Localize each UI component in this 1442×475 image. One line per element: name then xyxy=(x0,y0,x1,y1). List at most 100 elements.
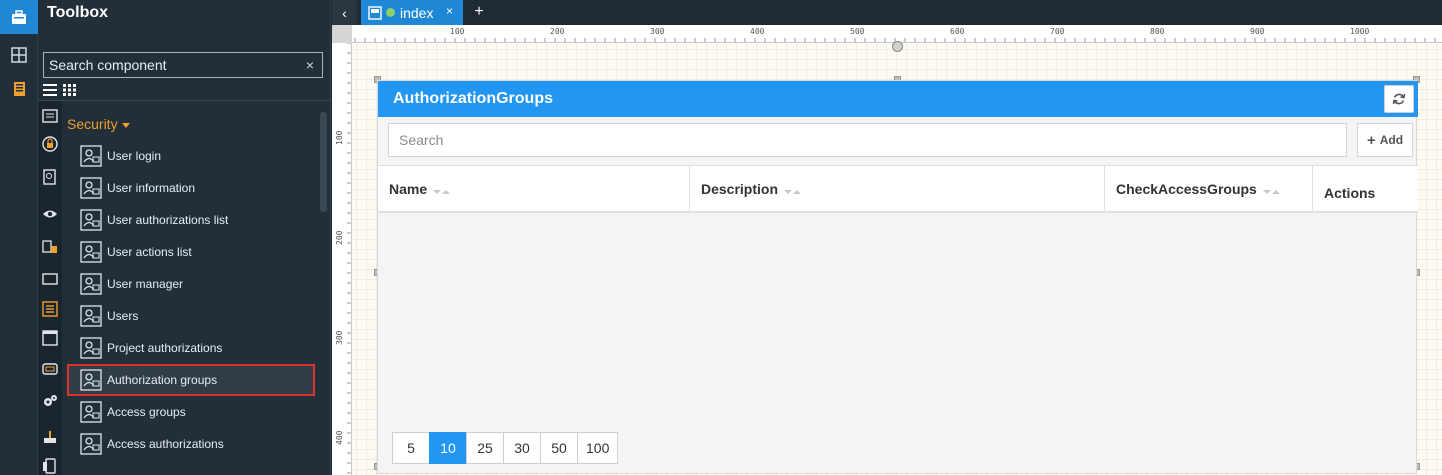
column-header-name[interactable]: Name xyxy=(378,166,690,212)
column-header-checkaccessgroups[interactable]: CheckAccessGroups xyxy=(1105,166,1313,212)
ruler-top-label: 500 xyxy=(850,27,865,36)
page-icon xyxy=(368,5,382,20)
page-size-button[interactable]: 30 xyxy=(503,432,541,464)
component-item-label: Users xyxy=(107,309,139,323)
widget-header: AuthorizationGroups xyxy=(378,81,1418,117)
column-header-actions: Actions xyxy=(1313,166,1418,212)
list-orange-icon[interactable] xyxy=(42,301,58,317)
component-item-label: Access groups xyxy=(107,405,186,419)
category-security-dropdown[interactable]: Security xyxy=(67,116,130,132)
ruler-left-label: 400 xyxy=(335,430,344,445)
component-item[interactable]: User information xyxy=(67,172,315,204)
authorization-groups-widget[interactable]: AuthorizationGroups + Add Name Descripti… xyxy=(377,80,1418,474)
app-window: Toolbox × Securi xyxy=(0,0,1442,475)
lock-icon[interactable] xyxy=(42,136,58,152)
component-item-label: User manager xyxy=(107,277,184,291)
page-size-button[interactable]: 25 xyxy=(466,432,504,464)
book-icon[interactable] xyxy=(42,239,58,255)
close-tab-icon[interactable]: × xyxy=(446,4,453,18)
sort-icon[interactable] xyxy=(1262,190,1280,194)
add-button-label: Add xyxy=(1379,133,1404,147)
column-header-description[interactable]: Description xyxy=(690,166,1105,212)
clear-search-icon[interactable]: × xyxy=(306,57,314,73)
grid-view-icon[interactable] xyxy=(63,83,77,96)
ruler-top-label: 300 xyxy=(650,27,665,36)
eye-icon[interactable] xyxy=(42,206,58,222)
category-label-text: Security xyxy=(67,116,118,132)
access-groups-icon xyxy=(80,401,102,423)
ruler-top-label: 100 xyxy=(450,27,465,36)
page-size-button[interactable]: 100 xyxy=(577,432,619,464)
component-item[interactable]: Authorization groups xyxy=(67,364,315,396)
phone-icon[interactable] xyxy=(42,458,58,474)
page-size-button[interactable]: 50 xyxy=(540,432,578,464)
column-actions-label: Actions xyxy=(1324,185,1376,201)
panel-icon[interactable] xyxy=(42,271,58,287)
toolbox-icon xyxy=(12,10,26,24)
ruler-left-label: 300 xyxy=(335,330,344,345)
toolbox-rail-button[interactable] xyxy=(0,0,38,34)
sort-icon[interactable] xyxy=(433,190,451,194)
component-item[interactable]: User login xyxy=(67,140,315,172)
tab-index[interactable]: index × xyxy=(361,0,463,25)
tab-index-label: index xyxy=(400,4,434,21)
layout-rail-button[interactable] xyxy=(0,38,38,72)
component-item[interactable]: Project authorizations xyxy=(67,332,315,364)
table-header: Name Description CheckAccessGroups Actio… xyxy=(378,165,1418,213)
project-auth-icon xyxy=(80,337,102,359)
toolbox-scrollbar[interactable] xyxy=(320,112,327,212)
notebook-rail-button[interactable] xyxy=(0,72,38,106)
user-actions-list-icon xyxy=(80,241,102,263)
toolbox-panel: Toolbox × Securi xyxy=(38,0,331,475)
refresh-icon xyxy=(1392,93,1406,105)
users-icon xyxy=(80,305,102,327)
ruler-left-label: 200 xyxy=(335,230,344,245)
search-component-input[interactable] xyxy=(44,53,322,77)
design-canvas[interactable]: 100 200 300 400 500 600 700 800 900 1000 100 200 30… xyxy=(332,25,1442,475)
component-item[interactable]: Access groups xyxy=(67,396,315,428)
page-size-button[interactable]: 10 xyxy=(429,432,467,464)
column-name-label: Name xyxy=(389,181,428,197)
page-size-button[interactable]: 5 xyxy=(392,432,430,464)
plus-icon: + xyxy=(1366,131,1376,149)
ruler-corner xyxy=(332,25,352,43)
tabs-back-button[interactable]: ‹ xyxy=(332,0,357,25)
ruler-top: 100 200 300 400 500 600 700 800 900 1000 xyxy=(332,25,1442,43)
left-rail xyxy=(0,0,38,475)
editor-area: ‹ index × + 100 200 300 400 500 600 700 800 900 1… xyxy=(332,0,1442,475)
column-checkaccessgroups-label: CheckAccessGroups xyxy=(1116,181,1257,197)
window-icon[interactable] xyxy=(42,330,58,346)
component-item[interactable]: User authorizations list xyxy=(67,204,315,236)
component-item[interactable]: User actions list xyxy=(67,236,315,268)
tool-icon[interactable] xyxy=(42,429,58,445)
page-size-selector: 5 10 25 30 50 100 xyxy=(392,432,619,464)
sort-icon[interactable] xyxy=(784,190,802,194)
widget-search-input[interactable] xyxy=(388,123,1347,157)
component-item-label: User login xyxy=(107,149,162,163)
ruler-top-label: 600 xyxy=(950,27,965,36)
add-tab-button[interactable]: + xyxy=(469,2,489,22)
search-component-box: × xyxy=(43,52,323,78)
rotate-handle[interactable] xyxy=(892,41,903,52)
user-info-icon xyxy=(80,177,102,199)
status-dot xyxy=(386,8,395,17)
caret-down-icon xyxy=(121,122,130,128)
component-item[interactable]: Users xyxy=(67,300,315,332)
refresh-button[interactable] xyxy=(1384,85,1414,113)
component-item[interactable]: Access authorizations xyxy=(67,428,315,460)
card-icon[interactable] xyxy=(42,361,58,377)
ruler-left: 100 200 300 400 xyxy=(332,25,352,475)
list-view-icon[interactable] xyxy=(43,83,57,96)
tab-bar: ‹ index × + xyxy=(332,0,1442,25)
ruler-top-label: 800 xyxy=(1150,27,1165,36)
component-item[interactable]: User manager xyxy=(67,268,315,300)
access-auth-icon xyxy=(80,433,102,455)
gears-icon[interactable] xyxy=(42,393,58,409)
component-item-label: Project authorizations xyxy=(107,341,223,355)
list-icon[interactable] xyxy=(42,108,58,124)
report-icon[interactable] xyxy=(42,169,58,185)
add-button[interactable]: + Add xyxy=(1357,123,1413,157)
component-item-label: User authorizations list xyxy=(107,213,229,227)
component-item-label: Authorization groups xyxy=(107,373,218,387)
layout-icon xyxy=(11,47,27,63)
